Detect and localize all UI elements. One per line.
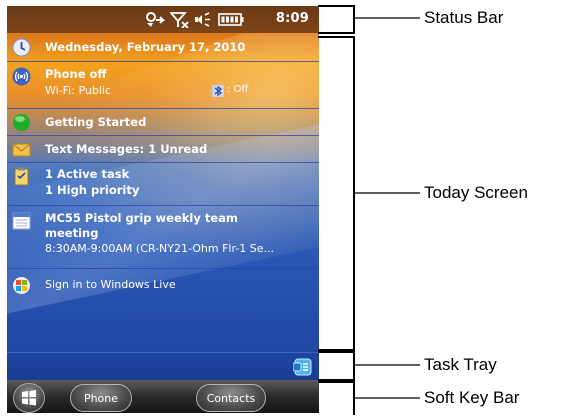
task-tray-callout: Task Tray bbox=[424, 355, 497, 374]
soft-key-bar-callout: Soft Key Bar bbox=[424, 388, 520, 407]
today-screen-callout: Today Screen bbox=[424, 183, 528, 202]
status-bar-callout: Status Bar bbox=[424, 8, 504, 27]
callout-lines bbox=[318, 5, 420, 415]
callout-layer: Status Bar Today Screen Task Tray Soft K… bbox=[0, 0, 574, 416]
